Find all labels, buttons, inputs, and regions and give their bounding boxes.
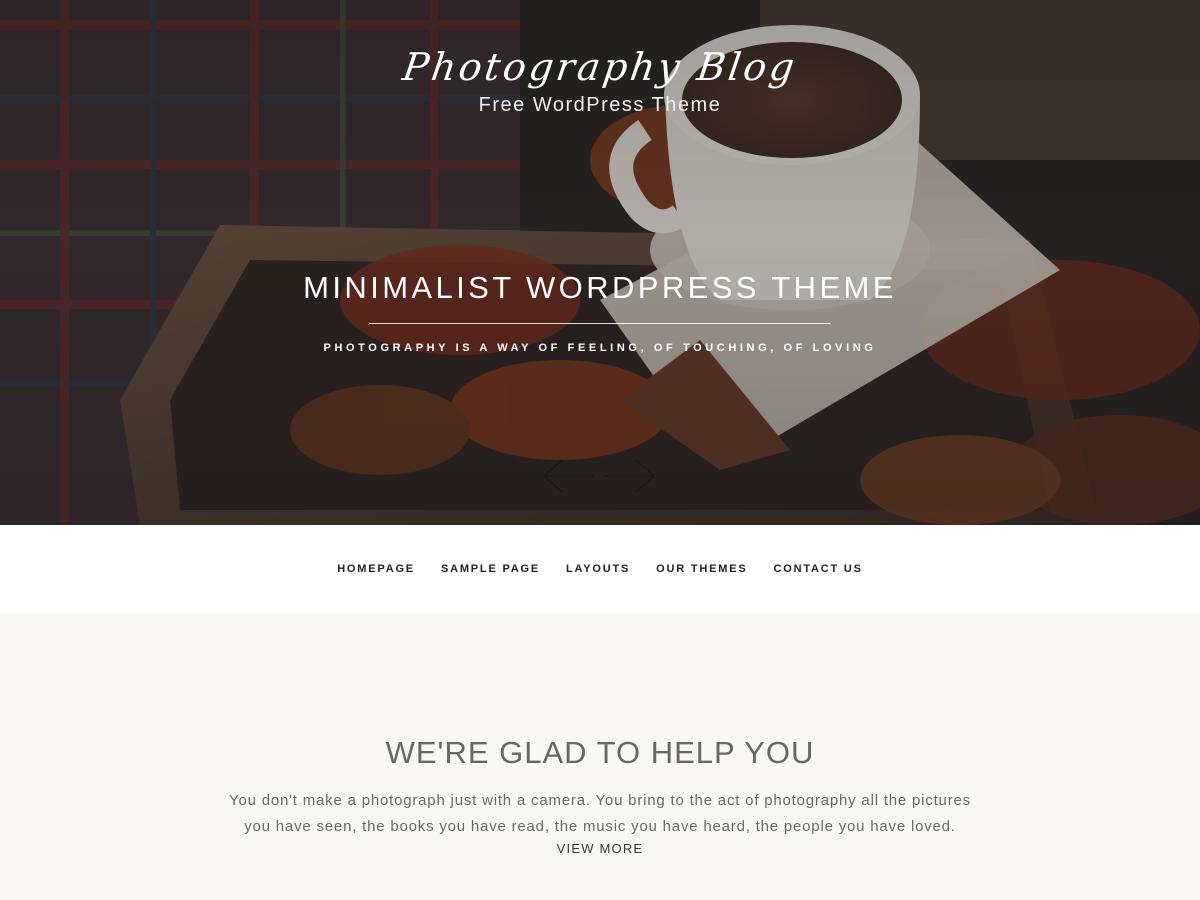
slide-caption: MINIMALIST WORDPRESS THEME PHOTOGRAPHY I…: [0, 268, 1200, 355]
nav-item-sample-page[interactable]: SAMPLE PAGE: [441, 562, 540, 576]
intro-section: WE'RE GLAD TO HELP YOU You don't make a …: [0, 613, 1200, 900]
slide-subtitle: PHOTOGRAPHY IS A WAY OF FEELING, OF TOUC…: [323, 342, 877, 354]
nav-item-homepage[interactable]: HOMEPAGE: [337, 562, 415, 576]
slider-arrows: [540, 458, 660, 494]
nav-item-our-themes[interactable]: OUR THEMES: [656, 562, 747, 576]
nav-item-layouts[interactable]: LAYOUTS: [566, 562, 630, 576]
view-more-link[interactable]: VIEW MORE: [0, 841, 1200, 857]
nav-item-contact-us[interactable]: CONTACT US: [774, 562, 863, 576]
section-text: You don't make a photograph just with a …: [229, 792, 971, 835]
arrow-right-icon[interactable]: [602, 458, 658, 494]
site-tagline: Free WordPress Theme: [478, 94, 722, 116]
slide-title: MINIMALIST WORDPRESS THEME: [303, 270, 897, 305]
section-heading: WE'RE GLAD TO HELP YOU: [385, 735, 815, 770]
slide-divider: [369, 323, 831, 324]
hero-banner: Photography Blog Free WordPress Theme MI…: [0, 0, 1200, 525]
arrow-left-icon[interactable]: [540, 458, 596, 494]
site-branding: Photography Blog Free WordPress Theme: [0, 40, 1200, 116]
site-title[interactable]: Photography Blog: [0, 40, 1200, 94]
main-navigation: HOMEPAGE SAMPLE PAGE LAYOUTS OUR THEMES …: [0, 525, 1200, 613]
